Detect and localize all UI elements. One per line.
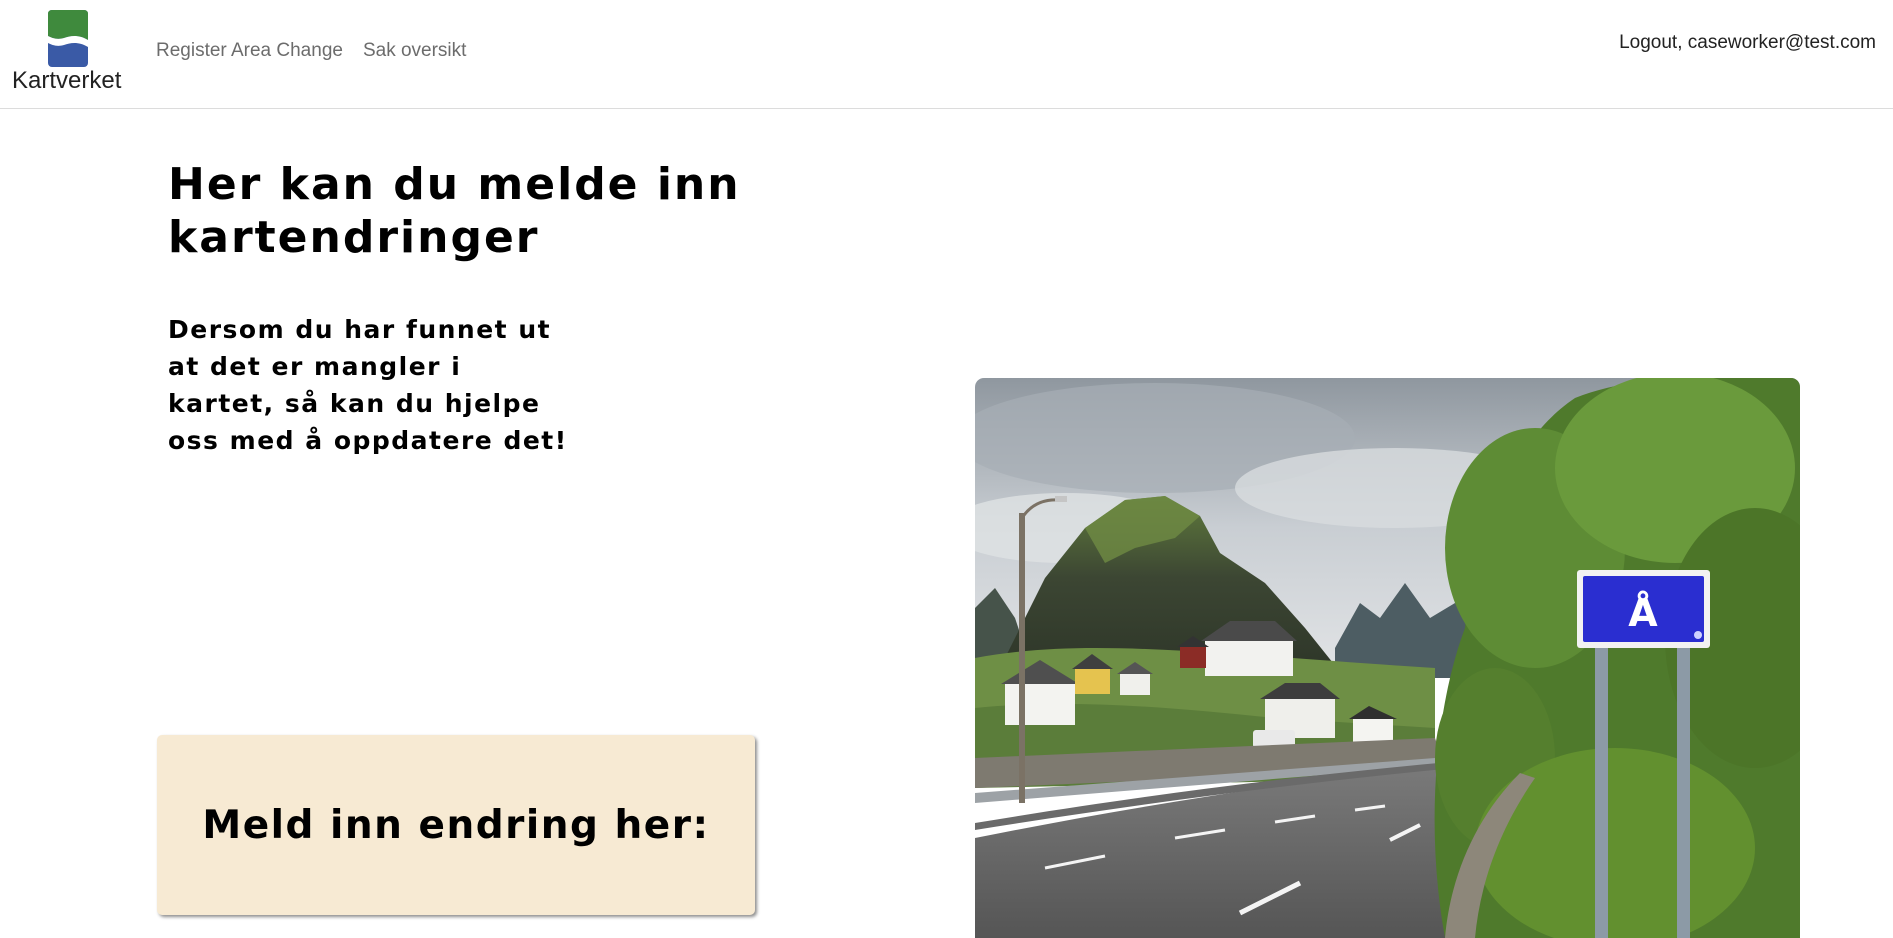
intro-text: Dersom du har funnet ut at det er mangle… xyxy=(168,315,568,455)
road-sign-landscape-photo: Å xyxy=(975,378,1800,938)
kartverket-logo-icon xyxy=(48,10,88,67)
hero-photo: Å xyxy=(975,378,1800,938)
nav-sak-oversikt[interactable]: Sak oversikt xyxy=(363,40,466,62)
navbar: Kartverket Register Area Change Sak over… xyxy=(0,0,1893,109)
logout-link[interactable]: Logout, caseworker@test.com xyxy=(1619,32,1876,54)
nav-links: Register Area Change Sak oversikt xyxy=(156,40,466,62)
brand-logo[interactable]: Kartverket xyxy=(12,10,132,96)
sign-text: Å xyxy=(1628,591,1658,635)
page-title: Her kan du melde inn kartendringer xyxy=(168,159,741,263)
place-name-sign: Å xyxy=(1577,570,1710,648)
brand-name: Kartverket xyxy=(12,67,122,94)
report-change-label: Meld inn endring her: xyxy=(202,802,710,848)
report-change-button[interactable]: Meld inn endring her: xyxy=(157,735,755,915)
nav-register-area-change[interactable]: Register Area Change xyxy=(156,40,343,62)
